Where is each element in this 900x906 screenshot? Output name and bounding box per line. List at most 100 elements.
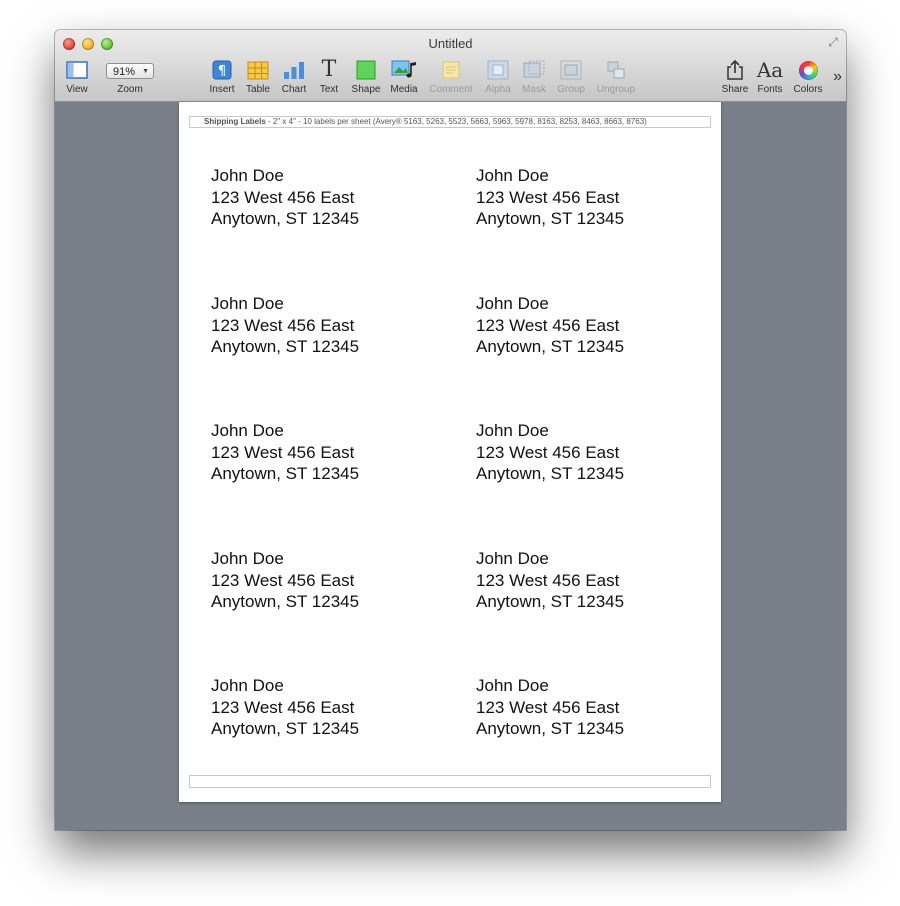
shape-icon (349, 58, 383, 82)
pages-window: Untitled ⤢ View 91% ▼ Zoom ¶ Insert Tabl… (55, 30, 846, 830)
label-name: John Doe (476, 166, 549, 185)
label-street: 123 West 456 East (211, 697, 355, 717)
header-title: Shipping Labels (204, 117, 266, 126)
media-icon (387, 58, 421, 82)
label-street: 123 West 456 East (476, 315, 620, 335)
label-city: Anytown, ST 12345 (211, 719, 360, 738)
zoom-select[interactable]: 91% ▼ (106, 63, 154, 79)
shipping-label[interactable]: John Doe 123 West 456 East Anytown, ST 123… (211, 420, 441, 485)
insert-icon: ¶ (206, 58, 238, 82)
label-city: Anytown, ST 12345 (476, 464, 625, 483)
shipping-label[interactable]: John Doe 123 West 456 East Anytown, ST 123… (476, 420, 706, 485)
group-icon (555, 58, 587, 82)
group-label: Group (557, 84, 585, 95)
label-name: John Doe (476, 549, 549, 568)
comment-label: Comment (429, 84, 473, 95)
document-page[interactable]: Shipping Labels - 2" x 4" - 10 labels pe… (179, 102, 721, 802)
shipping-label[interactable]: John Doe 123 West 456 East Anytown, ST 123… (211, 165, 441, 230)
svg-text:¶: ¶ (218, 64, 226, 79)
colors-button[interactable]: Colors (790, 58, 826, 95)
fonts-label: Fonts (757, 84, 783, 95)
more-tools-button[interactable]: » (833, 68, 842, 86)
ungroup-icon (593, 58, 639, 82)
colors-label: Colors (793, 84, 823, 95)
label-street: 123 West 456 East (211, 315, 355, 335)
chart-label: Chart (281, 84, 307, 95)
text-button[interactable]: T Text (315, 57, 343, 96)
label-street: 123 West 456 East (476, 187, 620, 207)
label-city: Anytown, ST 12345 (476, 592, 625, 611)
label-city: Anytown, ST 12345 (476, 209, 625, 228)
fullscreen-icon[interactable]: ⤢ (826, 35, 840, 49)
label-street: 123 West 456 East (211, 570, 355, 590)
table-icon (243, 58, 273, 82)
label-street: 123 West 456 East (211, 187, 355, 207)
shipping-label[interactable]: John Doe 123 West 456 East Anytown, ST 123… (476, 165, 706, 230)
group-button[interactable]: Group (555, 58, 587, 95)
window-title: Untitled (428, 36, 473, 51)
view-icon (63, 58, 91, 82)
share-button[interactable]: Share (719, 58, 751, 95)
fonts-button[interactable]: Aa Fonts (754, 58, 786, 95)
colors-icon (790, 58, 826, 82)
view-button[interactable]: View (63, 58, 91, 95)
table-label: Table (246, 84, 270, 95)
header-description: - 2" x 4" - 10 labels per sheet (Avery® … (265, 117, 647, 126)
insert-button[interactable]: ¶ Insert (206, 58, 238, 95)
shipping-label[interactable]: John Doe 123 West 456 East Anytown, ST 123… (211, 293, 441, 358)
label-name: John Doe (211, 676, 284, 695)
label-name: John Doe (211, 166, 284, 185)
share-icon (719, 58, 751, 82)
shipping-label[interactable]: John Doe 123 West 456 East Anytown, ST 123… (211, 675, 441, 740)
chart-button[interactable]: Chart (278, 58, 310, 95)
label-name: John Doe (476, 294, 549, 313)
label-name: John Doe (476, 421, 549, 440)
mask-label: Mask (522, 84, 546, 95)
label-name: John Doe (211, 421, 284, 440)
label-city: Anytown, ST 12345 (476, 337, 625, 356)
mask-button[interactable]: Mask (519, 58, 549, 95)
chevron-down-icon: ▼ (142, 68, 149, 75)
text-icon: T (321, 57, 337, 82)
alpha-label: Alpha (485, 84, 511, 95)
label-city: Anytown, ST 12345 (476, 719, 625, 738)
text-label: Text (319, 84, 339, 95)
page-header[interactable]: Shipping Labels - 2" x 4" - 10 labels pe… (189, 116, 711, 128)
insert-label: Insert (209, 84, 235, 95)
alpha-button[interactable]: Alpha (483, 58, 513, 95)
media-button[interactable]: Media (387, 58, 421, 95)
page-footer[interactable] (189, 775, 711, 788)
shape-label: Shape (351, 84, 381, 95)
zoom-value: 91% (113, 66, 136, 78)
label-name: John Doe (211, 294, 284, 313)
label-city: Anytown, ST 12345 (211, 464, 360, 483)
label-city: Anytown, ST 12345 (211, 209, 360, 228)
shipping-label[interactable]: John Doe 123 West 456 East Anytown, ST 123… (476, 675, 706, 740)
label-street: 123 West 456 East (476, 570, 620, 590)
shipping-label[interactable]: John Doe 123 West 456 East Anytown, ST 123… (211, 548, 441, 613)
ungroup-button[interactable]: Ungroup (593, 58, 639, 95)
label-street: 123 West 456 East (476, 442, 620, 462)
share-label: Share (721, 84, 749, 95)
shipping-label[interactable]: John Doe 123 West 456 East Anytown, ST 123… (476, 293, 706, 358)
comment-icon (427, 58, 475, 82)
label-name: John Doe (211, 549, 284, 568)
table-button[interactable]: Table (243, 58, 273, 95)
zoom-control[interactable]: 91% ▼ Zoom (103, 61, 157, 95)
label-street: 123 West 456 East (211, 442, 355, 462)
zoom-label: Zoom (117, 84, 143, 95)
shape-button[interactable]: Shape (349, 58, 383, 95)
label-street: 123 West 456 East (476, 697, 620, 717)
fonts-icon: Aa (756, 58, 784, 82)
comment-button[interactable]: Comment (427, 58, 475, 95)
view-label: View (66, 84, 88, 95)
mask-icon (519, 58, 549, 82)
toolbar: Untitled ⤢ View 91% ▼ Zoom ¶ Insert Tabl… (55, 30, 846, 102)
label-name: John Doe (476, 676, 549, 695)
label-city: Anytown, ST 12345 (211, 592, 360, 611)
chart-icon (278, 58, 310, 82)
label-city: Anytown, ST 12345 (211, 337, 360, 356)
alpha-icon (483, 58, 513, 82)
media-label: Media (390, 84, 418, 95)
shipping-label[interactable]: John Doe 123 West 456 East Anytown, ST 123… (476, 548, 706, 613)
